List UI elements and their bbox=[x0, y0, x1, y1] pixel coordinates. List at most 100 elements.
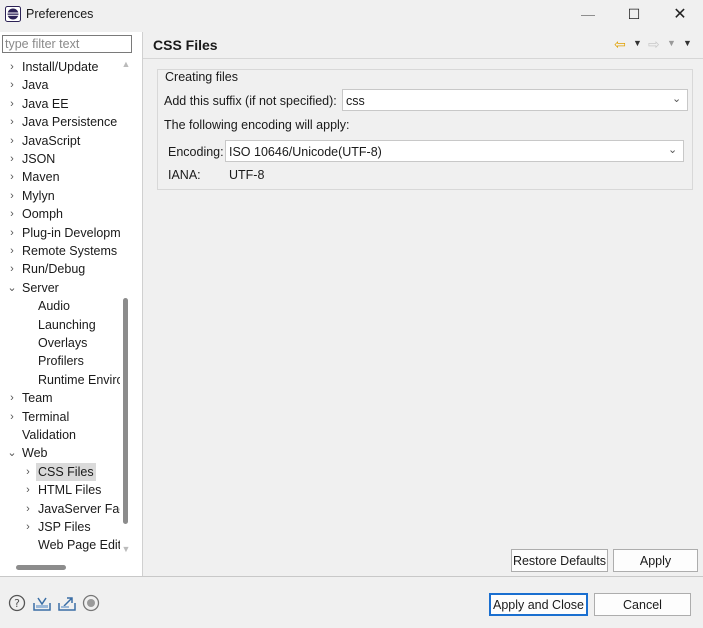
chevron-right-icon[interactable]: › bbox=[6, 150, 18, 168]
suffix-combo[interactable] bbox=[342, 89, 688, 111]
chevron-right-icon[interactable]: › bbox=[6, 224, 18, 242]
chevron-right-icon[interactable]: › bbox=[22, 463, 34, 481]
eclipse-app-icon bbox=[5, 6, 21, 22]
forward-arrow-icon: ⇨ bbox=[648, 36, 660, 52]
tree-item-label: Validation bbox=[22, 428, 76, 442]
chevron-down-icon[interactable]: ⌄ bbox=[6, 279, 18, 297]
tree-item-label: Run/Debug bbox=[22, 262, 86, 277]
chevron-right-icon[interactable]: › bbox=[6, 132, 18, 150]
tree-item[interactable]: ⌄ Web bbox=[0, 444, 120, 462]
tree-item-label: Web Page Editor bbox=[38, 538, 120, 553]
chevron-down-icon[interactable]: ⌄ bbox=[6, 444, 18, 462]
cancel-button[interactable]: Cancel bbox=[594, 593, 691, 616]
tree-item-label: Profilers bbox=[38, 354, 84, 369]
maximize-button[interactable]: ☐ bbox=[611, 0, 657, 28]
help-icon[interactable]: ? bbox=[8, 594, 26, 612]
tree-item-label: Audio bbox=[38, 299, 70, 314]
tree-item[interactable]: Validation bbox=[0, 426, 120, 444]
tree-item-label: JSON bbox=[22, 152, 56, 166]
chevron-right-icon[interactable]: › bbox=[6, 205, 18, 223]
tree-item-label: Web bbox=[22, 446, 48, 461]
chevron-right-icon[interactable]: › bbox=[6, 187, 18, 205]
tree-item[interactable]: › JSON bbox=[0, 150, 120, 168]
tree-vertical-scroll-thumb[interactable] bbox=[123, 298, 128, 524]
tree-item[interactable]: › Java bbox=[0, 76, 120, 94]
tree-horizontal-scroll-thumb[interactable] bbox=[16, 565, 66, 570]
encoding-value: ISO 10646/Unicode(UTF-8) bbox=[229, 145, 382, 159]
tree-item[interactable]: Web Page Editor bbox=[0, 536, 120, 554]
tree-item[interactable]: Audio bbox=[0, 297, 120, 315]
tree-item-label: Terminal bbox=[22, 409, 70, 424]
tree-item-label: HTML Files bbox=[38, 483, 102, 498]
tree-item[interactable]: › Maven bbox=[0, 168, 120, 186]
tree-item-label: Java EE bbox=[22, 96, 69, 111]
tree-item[interactable]: › JavaScript bbox=[0, 132, 120, 150]
tree-item[interactable]: › Team bbox=[0, 389, 120, 407]
tree-item[interactable]: › Install/Update bbox=[0, 58, 120, 76]
chevron-right-icon[interactable]: › bbox=[6, 242, 18, 260]
filter-input[interactable] bbox=[2, 35, 132, 53]
page-title: CSS Files bbox=[153, 37, 218, 53]
tree-item-label: JavaScript bbox=[22, 133, 81, 148]
chevron-right-icon[interactable]: › bbox=[6, 76, 18, 94]
tree-item[interactable]: › Plug-in Development bbox=[0, 224, 120, 242]
chevron-right-icon[interactable]: › bbox=[6, 113, 18, 131]
tree-item[interactable]: › Java Persistence bbox=[0, 113, 120, 131]
close-button[interactable]: ✕ bbox=[657, 0, 703, 28]
tree-item[interactable]: › Java EE bbox=[0, 95, 120, 113]
forward-history-dropdown-icon: ▼ bbox=[667, 38, 676, 48]
tree-item[interactable]: › Mylyn bbox=[0, 187, 120, 205]
import-icon[interactable] bbox=[32, 594, 52, 612]
encoding-label: Encoding: bbox=[168, 145, 224, 159]
tree-item[interactable]: Launching bbox=[0, 316, 120, 334]
tree-item[interactable]: › Oomph bbox=[0, 205, 120, 223]
window-title: Preferences bbox=[26, 7, 94, 21]
tree-item[interactable]: › JavaServer Faces bbox=[0, 500, 120, 518]
view-menu-icon[interactable]: ▼ bbox=[683, 38, 692, 48]
chevron-right-icon[interactable]: › bbox=[22, 481, 34, 499]
chevron-right-icon[interactable]: › bbox=[6, 168, 18, 186]
chevron-right-icon[interactable]: › bbox=[6, 389, 18, 407]
scroll-up-arrow-icon[interactable]: ▲ bbox=[120, 58, 132, 70]
tree-item-label: Java bbox=[22, 78, 49, 93]
chevron-right-icon[interactable]: › bbox=[6, 58, 18, 76]
tree-item-label: Java Persistence bbox=[22, 115, 118, 130]
tree-item[interactable]: › Remote Systems bbox=[0, 242, 120, 260]
suffix-value: css bbox=[346, 94, 365, 108]
chevron-right-icon[interactable]: › bbox=[6, 408, 18, 426]
tree-item-label: Plug-in Development bbox=[22, 225, 120, 240]
chevron-down-icon[interactable]: ⌄ bbox=[668, 143, 677, 156]
iana-label: IANA: bbox=[168, 168, 201, 182]
tree-item[interactable]: Overlays bbox=[0, 334, 120, 352]
export-icon[interactable] bbox=[57, 594, 77, 612]
tree-item-label: Team bbox=[22, 391, 53, 406]
tree-item-label: Oomph bbox=[22, 207, 63, 222]
scroll-down-arrow-icon[interactable]: ▼ bbox=[120, 543, 132, 555]
tree-item[interactable]: Profilers bbox=[0, 352, 120, 370]
chevron-right-icon[interactable]: › bbox=[22, 500, 34, 518]
tree-item[interactable]: › Run/Debug bbox=[0, 260, 120, 278]
tree-item[interactable]: › JSP Files bbox=[0, 518, 120, 536]
apply-button[interactable]: Apply bbox=[613, 549, 698, 572]
tree-item[interactable]: Runtime Environments bbox=[0, 371, 120, 389]
back-arrow-icon[interactable]: ⇦ bbox=[614, 36, 626, 53]
record-macro-icon[interactable] bbox=[82, 594, 100, 612]
suffix-label: Add this suffix (if not specified): bbox=[164, 94, 337, 108]
preference-tree: › Install/Update › Java › Java EE › Java Persis… bbox=[0, 58, 120, 558]
tree-item-label: Runtime Environments bbox=[38, 372, 120, 387]
tree-item[interactable]: › Terminal bbox=[0, 408, 120, 426]
chevron-right-icon[interactable]: › bbox=[22, 518, 34, 536]
tree-item[interactable]: › HTML Files bbox=[0, 481, 120, 499]
restore-defaults-button[interactable]: Restore Defaults bbox=[511, 549, 608, 572]
tree-item[interactable]: ⌄ Server bbox=[0, 279, 120, 297]
group-title: Creating files bbox=[163, 70, 240, 84]
tree-item[interactable]: › CSS Files bbox=[0, 462, 120, 481]
chevron-down-icon[interactable]: ⌄ bbox=[672, 92, 681, 105]
tree-item-label: Mylyn bbox=[22, 188, 55, 203]
apply-and-close-button[interactable]: Apply and Close bbox=[489, 593, 588, 616]
back-history-dropdown-icon[interactable]: ▼ bbox=[633, 38, 642, 48]
tree-item-label: Remote Systems bbox=[22, 244, 118, 258]
minimize-button[interactable]: — bbox=[565, 0, 611, 28]
chevron-right-icon[interactable]: › bbox=[6, 95, 18, 113]
chevron-right-icon[interactable]: › bbox=[6, 260, 18, 278]
